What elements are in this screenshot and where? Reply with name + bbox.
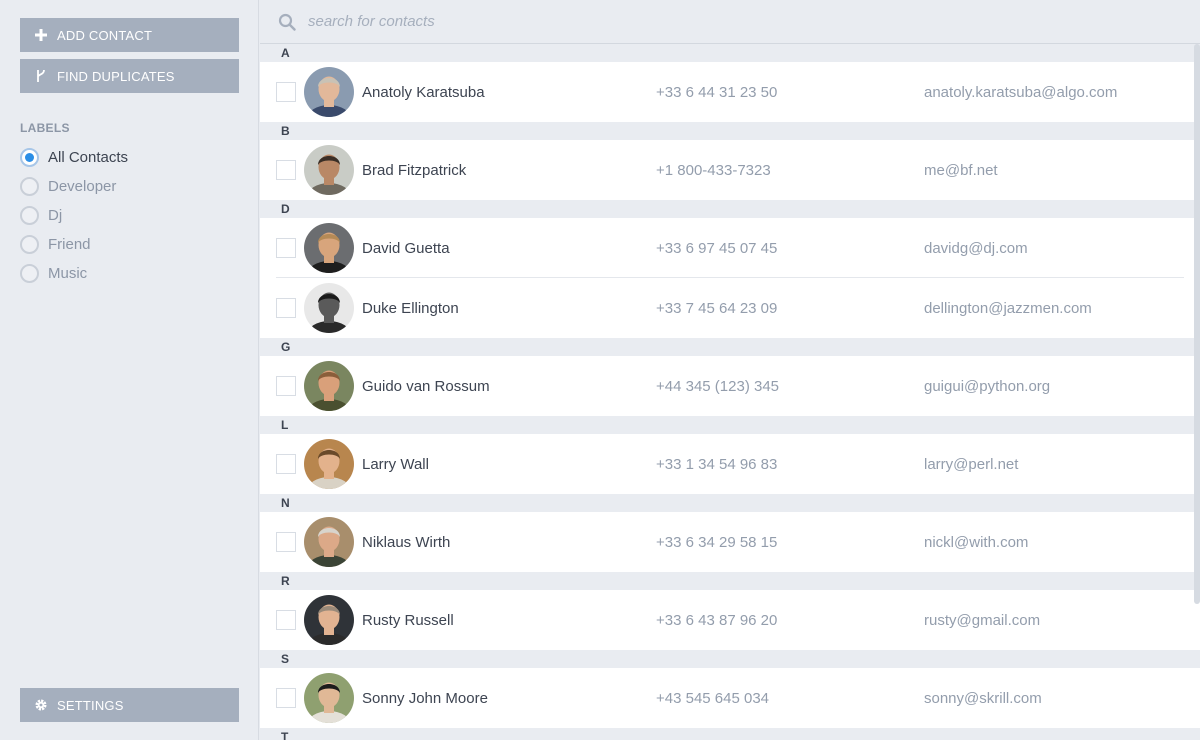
avatar xyxy=(304,223,354,273)
contact-name[interactable]: Sonny John Moore xyxy=(362,690,488,707)
contact-row[interactable]: Larry Wall +33 1 34 54 96 83 larry@perl.ne… xyxy=(260,434,1200,494)
contact-row[interactable]: David Guetta +33 6 97 45 07 45 davidg@dj.c… xyxy=(260,218,1200,278)
contact-row[interactable]: Anatoly Karatsuba +33 6 44 31 23 50 anatol… xyxy=(260,62,1200,122)
contact-name[interactable]: Niklaus Wirth xyxy=(362,534,450,551)
label-text: All Contacts xyxy=(48,149,129,166)
contact-phone: +44 345 (123) 345 xyxy=(656,377,780,395)
section-header: A xyxy=(260,44,1200,62)
label-radio[interactable] xyxy=(20,148,39,167)
contact-checkbox[interactable] xyxy=(276,238,296,258)
contact-email: dellington@jazzmen.com xyxy=(924,299,1092,317)
plus-icon xyxy=(34,28,48,42)
section-header: N xyxy=(260,494,1200,512)
avatar xyxy=(304,145,354,195)
avatar xyxy=(304,283,354,333)
contact-email: rusty@gmail.com xyxy=(924,611,1041,629)
contact-name[interactable]: Duke Ellington xyxy=(362,300,459,317)
contact-name[interactable]: Brad Fitzpatrick xyxy=(362,162,466,179)
branch-icon xyxy=(34,69,48,83)
contact-phone: +1 800-433-7323 xyxy=(656,161,771,179)
contact-phone: +33 6 43 87 96 20 xyxy=(656,611,778,629)
section-header: B xyxy=(260,122,1200,140)
contact-checkbox[interactable] xyxy=(276,298,296,318)
find-duplicates-label: FIND DUPLICATES xyxy=(57,68,175,84)
section-header: S xyxy=(260,650,1200,668)
label-radio[interactable] xyxy=(20,235,39,254)
avatar xyxy=(304,673,354,723)
contact-phone: +33 6 44 31 23 50 xyxy=(656,83,778,101)
contact-name[interactable]: Guido van Rossum xyxy=(362,378,490,395)
section-header: L xyxy=(260,416,1200,434)
contact-row[interactable]: Brad Fitzpatrick +1 800-433-7323 me@bf.net xyxy=(260,140,1200,200)
label-radio[interactable] xyxy=(20,177,39,196)
label-item-music[interactable]: Music xyxy=(20,259,128,288)
label-text: Music xyxy=(48,265,88,282)
label-list: All Contacts Developer Dj Friend Music xyxy=(20,143,128,288)
contact-checkbox[interactable] xyxy=(276,160,296,180)
contact-name[interactable]: Rusty Russell xyxy=(362,612,454,629)
contact-row[interactable]: Duke Ellington +33 7 45 64 23 09 dellingto… xyxy=(260,278,1200,338)
label-item-dj[interactable]: Dj xyxy=(20,201,128,230)
scrollbar[interactable] xyxy=(1194,44,1200,604)
contact-row[interactable]: Rusty Russell +33 6 43 87 96 20 rusty@gmai… xyxy=(260,590,1200,650)
label-item-developer[interactable]: Developer xyxy=(20,172,128,201)
contact-checkbox[interactable] xyxy=(276,610,296,630)
contact-list: A Anatoly Karatsuba +33 6 44 31 23 50 anato… xyxy=(260,44,1200,740)
settings-label: SETTINGS xyxy=(57,697,124,713)
gear-icon xyxy=(34,698,48,712)
contact-checkbox[interactable] xyxy=(276,454,296,474)
add-contact-label: ADD CONTACT xyxy=(57,27,153,43)
avatar xyxy=(304,517,354,567)
label-text: Developer xyxy=(48,178,117,195)
contact-name[interactable]: Larry Wall xyxy=(362,456,429,473)
add-contact-button[interactable]: ADD CONTACT xyxy=(20,18,239,52)
contact-email: guigui@python.org xyxy=(924,377,1051,395)
section-header: D xyxy=(260,200,1200,218)
label-radio[interactable] xyxy=(20,206,39,225)
contact-checkbox[interactable] xyxy=(276,532,296,552)
contacts-main: A Anatoly Karatsuba +33 6 44 31 23 50 anato… xyxy=(260,0,1200,740)
contact-name[interactable]: David Guetta xyxy=(362,240,450,257)
contact-row[interactable]: Guido van Rossum +44 345 (123) 345 guigui@… xyxy=(260,356,1200,416)
avatar xyxy=(304,595,354,645)
sidebar: ADD CONTACT FIND DUPLICATES LABELS All C… xyxy=(0,0,259,740)
contact-email: davidg@dj.com xyxy=(924,239,1028,257)
search-input[interactable] xyxy=(308,13,908,30)
label-radio[interactable] xyxy=(20,264,39,283)
label-item-all-contacts[interactable]: All Contacts xyxy=(20,143,128,172)
section-header: R xyxy=(260,572,1200,590)
contact-row[interactable]: Niklaus Wirth +33 6 34 29 58 15 nickl@with… xyxy=(260,512,1200,572)
section-header: G xyxy=(260,338,1200,356)
contact-email: anatoly.karatsuba@algo.com xyxy=(924,83,1118,101)
contact-email: sonny@skrill.com xyxy=(924,689,1042,707)
search-icon xyxy=(278,13,296,31)
contact-email: me@bf.net xyxy=(924,161,998,179)
find-duplicates-button[interactable]: FIND DUPLICATES xyxy=(20,59,239,93)
contact-checkbox[interactable] xyxy=(276,82,296,102)
contact-checkbox[interactable] xyxy=(276,376,296,396)
contact-phone: +33 6 97 45 07 45 xyxy=(656,239,778,257)
section-header: T xyxy=(260,728,1200,740)
contact-name[interactable]: Anatoly Karatsuba xyxy=(362,84,485,101)
contact-email: larry@perl.net xyxy=(924,455,1019,473)
search-bar xyxy=(260,0,1200,44)
avatar xyxy=(304,67,354,117)
contact-row[interactable]: Sonny John Moore +43 545 645 034 sonny@skr… xyxy=(260,668,1200,728)
contact-phone: +43 545 645 034 xyxy=(656,689,770,707)
label-text: Friend xyxy=(48,236,91,253)
label-item-friend[interactable]: Friend xyxy=(20,230,128,259)
label-text: Dj xyxy=(48,207,63,224)
contact-checkbox[interactable] xyxy=(276,688,296,708)
labels-heading: LABELS xyxy=(20,121,70,135)
settings-button[interactable]: SETTINGS xyxy=(20,688,239,722)
contact-phone: +33 7 45 64 23 09 xyxy=(656,299,778,317)
contact-phone: +33 1 34 54 96 83 xyxy=(656,455,778,473)
avatar xyxy=(304,439,354,489)
avatar xyxy=(304,361,354,411)
contact-phone: +33 6 34 29 58 15 xyxy=(656,533,778,551)
contact-email: nickl@with.com xyxy=(924,533,1029,551)
